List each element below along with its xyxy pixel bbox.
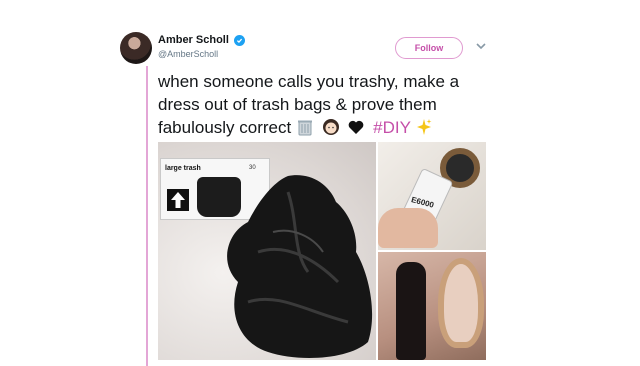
photo-dress[interactable]: [378, 252, 486, 360]
display-name[interactable]: Amber Scholl: [158, 34, 229, 46]
mirror-image: [438, 258, 484, 348]
dress-figure-image: [396, 262, 426, 360]
hand-image: [378, 208, 438, 248]
verified-badge-icon: [233, 34, 245, 46]
follow-button[interactable]: Follow: [395, 37, 463, 59]
wastebasket-emoji-icon: [296, 118, 314, 142]
hashtag-link[interactable]: #DIY: [373, 118, 411, 137]
author-names: Amber Scholl @AmberScholl: [158, 34, 245, 59]
box-count: 30: [249, 165, 256, 171]
box-label: large trash: [165, 165, 201, 172]
black-heart-emoji-icon: [347, 118, 365, 142]
handle[interactable]: @AmberScholl: [158, 49, 245, 59]
tweet-header: Amber Scholl @AmberScholl Follow: [120, 28, 500, 72]
woman-emoji-icon: [322, 118, 340, 142]
tweet-text: when someone calls you trashy, make a dr…: [158, 70, 488, 142]
black-trash-bag-image: [227, 175, 373, 358]
display-name-row: Amber Scholl: [158, 34, 245, 46]
up-arrow-logo-icon: [167, 189, 189, 211]
thread-line: [146, 66, 148, 366]
photo-trash-bag[interactable]: large trash 30: [158, 142, 376, 360]
avatar[interactable]: [120, 32, 152, 64]
photo-supplies[interactable]: E6000: [378, 142, 486, 250]
sparkles-emoji-icon: [415, 118, 433, 142]
tweet-media[interactable]: large trash 30 E6000: [158, 142, 486, 360]
chevron-down-icon[interactable]: [475, 40, 487, 52]
